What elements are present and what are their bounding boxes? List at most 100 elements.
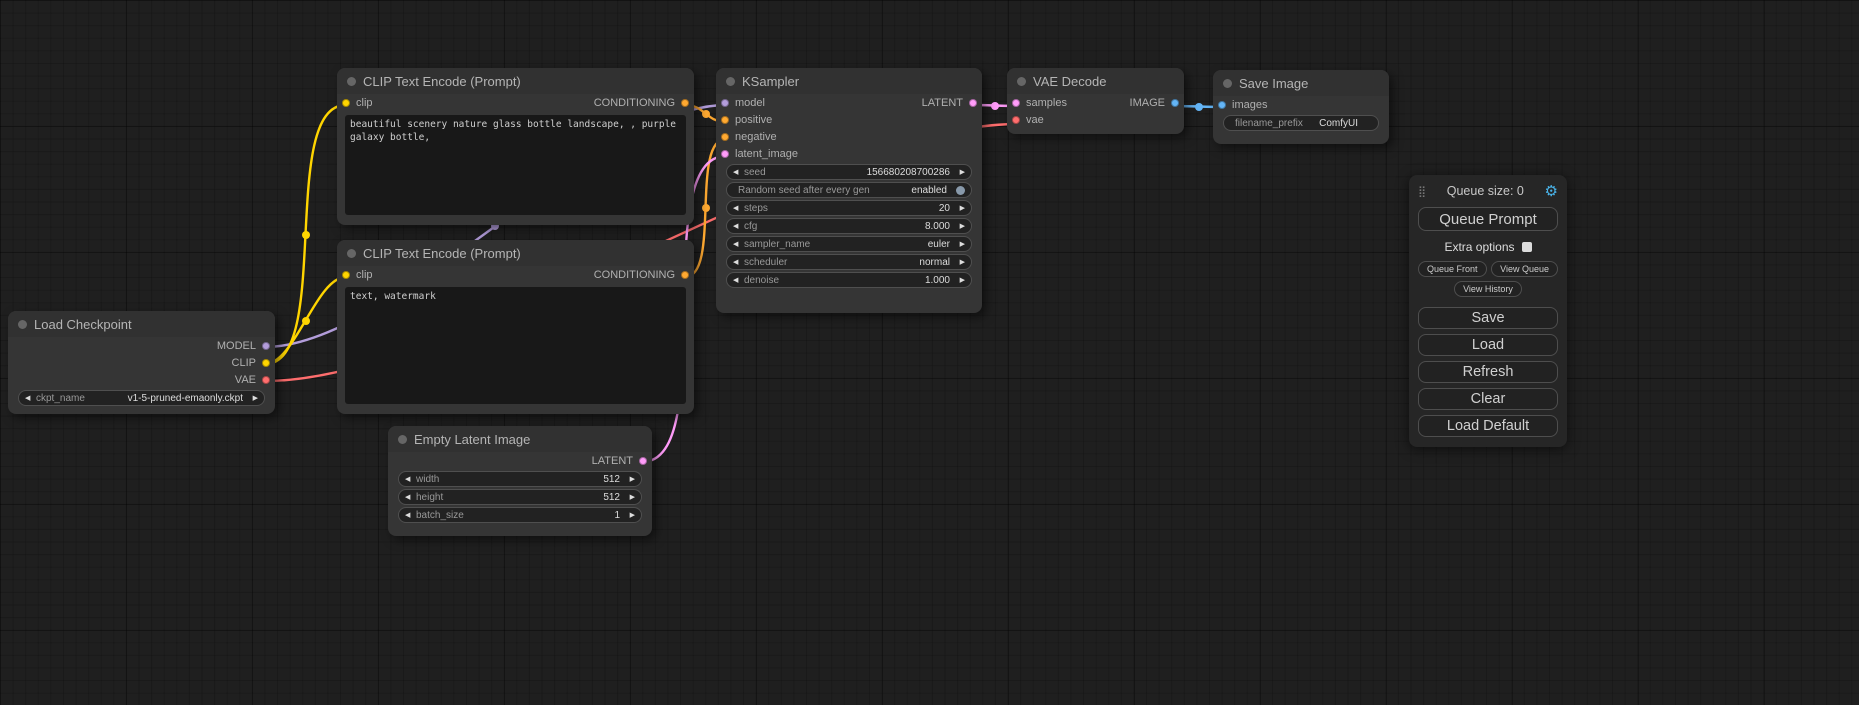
- image-output-dot[interactable]: [1171, 99, 1179, 107]
- increment-icon[interactable]: ▶: [954, 222, 965, 230]
- node-titlebar[interactable]: VAE Decode: [1007, 68, 1184, 94]
- negative-input-dot[interactable]: [721, 133, 729, 141]
- queue-prompt-button[interactable]: Queue Prompt: [1418, 207, 1558, 231]
- decrement-icon[interactable]: ◀: [733, 222, 744, 230]
- clip-input-dot[interactable]: [342, 271, 350, 279]
- node-load-checkpoint[interactable]: Load Checkpoint MODEL CLIP VAE ◀ ckpt_na…: [8, 311, 275, 414]
- wire-midpoint-dot[interactable]: [302, 231, 310, 239]
- output-slot-model[interactable]: MODEL: [217, 340, 270, 352]
- node-ksampler[interactable]: KSampler model LATENT positive negative: [716, 68, 982, 313]
- wire-midpoint-dot[interactable]: [991, 102, 999, 110]
- output-slot-vae[interactable]: VAE: [235, 374, 270, 386]
- decrement-icon[interactable]: ◀: [733, 276, 744, 284]
- widget-height[interactable]: ◀ height 512 ▶: [398, 489, 642, 505]
- collapse-dot[interactable]: [347, 249, 356, 258]
- widget-denoise[interactable]: ◀ denoise 1.000 ▶: [726, 272, 972, 288]
- widget-seed[interactable]: ◀ seed 156680208700286 ▶: [726, 164, 972, 180]
- output-slot-conditioning[interactable]: CONDITIONING: [594, 97, 689, 109]
- input-slot-latent-image[interactable]: latent_image: [721, 148, 798, 160]
- wire-midpoint-dot[interactable]: [702, 204, 710, 212]
- node-vae-decode[interactable]: VAE Decode samples IMAGE vae: [1007, 68, 1184, 134]
- decrement-icon[interactable]: ◀: [733, 258, 744, 266]
- increment-icon[interactable]: ▶: [624, 475, 635, 483]
- conditioning-output-dot[interactable]: [681, 99, 689, 107]
- decrement-icon[interactable]: ◀: [405, 493, 416, 501]
- node-titlebar[interactable]: Save Image: [1213, 70, 1389, 96]
- input-slot-vae[interactable]: vae: [1012, 114, 1044, 126]
- collapse-dot[interactable]: [1017, 77, 1026, 86]
- latent-output-dot[interactable]: [639, 457, 647, 465]
- toggle-on-indicator[interactable]: [956, 186, 965, 195]
- graph-canvas[interactable]: Load Checkpoint MODEL CLIP VAE ◀ ckpt_na…: [0, 0, 1859, 705]
- widget-scheduler[interactable]: ◀ scheduler normal ▶: [726, 254, 972, 270]
- settings-gear-icon[interactable]: ⚙: [1545, 182, 1558, 200]
- save-button[interactable]: Save: [1418, 307, 1558, 329]
- node-titlebar[interactable]: KSampler: [716, 68, 982, 94]
- extra-options-checkbox[interactable]: [1522, 242, 1532, 252]
- output-slot-clip[interactable]: CLIP: [232, 357, 270, 369]
- widget-ckpt-name[interactable]: ◀ ckpt_name v1-5-pruned-emaonly.ckpt ▶: [18, 390, 265, 406]
- comfy-menu[interactable]: ⣿ Queue size: 0 ⚙ Queue Prompt Extra opt…: [1409, 175, 1567, 447]
- input-slot-images[interactable]: images: [1218, 99, 1267, 111]
- increment-icon[interactable]: ▶: [624, 511, 635, 519]
- node-clip-text-encode-positive[interactable]: CLIP Text Encode (Prompt) clip CONDITION…: [337, 68, 694, 225]
- view-history-button[interactable]: View History: [1454, 281, 1522, 297]
- widget-sampler-name[interactable]: ◀ sampler_name euler ▶: [726, 236, 972, 252]
- decrement-icon[interactable]: ◀: [405, 475, 416, 483]
- decrement-icon[interactable]: ◀: [733, 168, 744, 176]
- load-default-button[interactable]: Load Default: [1418, 415, 1558, 437]
- collapse-dot[interactable]: [18, 320, 27, 329]
- node-titlebar[interactable]: Load Checkpoint: [8, 311, 275, 337]
- input-slot-clip[interactable]: clip: [342, 97, 373, 109]
- clear-button[interactable]: Clear: [1418, 388, 1558, 410]
- wire-midpoint-dot[interactable]: [702, 110, 710, 118]
- output-slot-conditioning[interactable]: CONDITIONING: [594, 269, 689, 281]
- load-button[interactable]: Load: [1418, 334, 1558, 356]
- decrement-icon[interactable]: ◀: [405, 511, 416, 519]
- increment-icon[interactable]: ▶: [954, 240, 965, 248]
- collapse-dot[interactable]: [1223, 79, 1232, 88]
- increment-icon[interactable]: ▶: [624, 493, 635, 501]
- node-titlebar[interactable]: CLIP Text Encode (Prompt): [337, 240, 694, 266]
- refresh-button[interactable]: Refresh: [1418, 361, 1558, 383]
- widget-width[interactable]: ◀ width 512 ▶: [398, 471, 642, 487]
- clip-input-dot[interactable]: [342, 99, 350, 107]
- widget-batch-size[interactable]: ◀ batch_size 1 ▶: [398, 507, 642, 523]
- increment-icon[interactable]: ▶: [247, 394, 258, 402]
- samples-input-dot[interactable]: [1012, 99, 1020, 107]
- widget-cfg[interactable]: ◀ cfg 8.000 ▶: [726, 218, 972, 234]
- vae-input-dot[interactable]: [1012, 116, 1020, 124]
- collapse-dot[interactable]: [726, 77, 735, 86]
- node-titlebar[interactable]: CLIP Text Encode (Prompt): [337, 68, 694, 94]
- latent-image-input-dot[interactable]: [721, 150, 729, 158]
- model-output-dot[interactable]: [262, 342, 270, 350]
- increment-icon[interactable]: ▶: [954, 276, 965, 284]
- input-slot-negative[interactable]: negative: [721, 131, 777, 143]
- input-slot-positive[interactable]: positive: [721, 114, 772, 126]
- decrement-icon[interactable]: ◀: [25, 394, 36, 402]
- increment-icon[interactable]: ▶: [954, 168, 965, 176]
- clip-output-dot[interactable]: [262, 359, 270, 367]
- latent-output-dot[interactable]: [969, 99, 977, 107]
- node-clip-text-encode-negative[interactable]: CLIP Text Encode (Prompt) clip CONDITION…: [337, 240, 694, 414]
- output-slot-latent[interactable]: LATENT: [592, 455, 647, 467]
- input-slot-clip[interactable]: clip: [342, 269, 373, 281]
- collapse-dot[interactable]: [398, 435, 407, 444]
- collapse-dot[interactable]: [347, 77, 356, 86]
- conditioning-output-dot[interactable]: [681, 271, 689, 279]
- node-empty-latent-image[interactable]: Empty Latent Image LATENT ◀ width 512 ▶ …: [388, 426, 652, 536]
- view-queue-button[interactable]: View Queue: [1491, 261, 1558, 277]
- node-titlebar[interactable]: Empty Latent Image: [388, 426, 652, 452]
- increment-icon[interactable]: ▶: [954, 204, 965, 212]
- decrement-icon[interactable]: ◀: [733, 204, 744, 212]
- node-save-image[interactable]: Save Image images filename_prefix ComfyU…: [1213, 70, 1389, 144]
- output-slot-latent[interactable]: LATENT: [922, 97, 977, 109]
- vae-output-dot[interactable]: [262, 376, 270, 384]
- input-slot-samples[interactable]: samples: [1012, 97, 1067, 109]
- input-slot-model[interactable]: model: [721, 97, 765, 109]
- drag-handle-icon[interactable]: ⣿: [1418, 185, 1426, 198]
- images-input-dot[interactable]: [1218, 101, 1226, 109]
- wire-clip-negative[interactable]: [265, 277, 346, 364]
- output-slot-image[interactable]: IMAGE: [1130, 97, 1179, 109]
- negative-prompt-textarea[interactable]: text, watermark: [345, 287, 686, 404]
